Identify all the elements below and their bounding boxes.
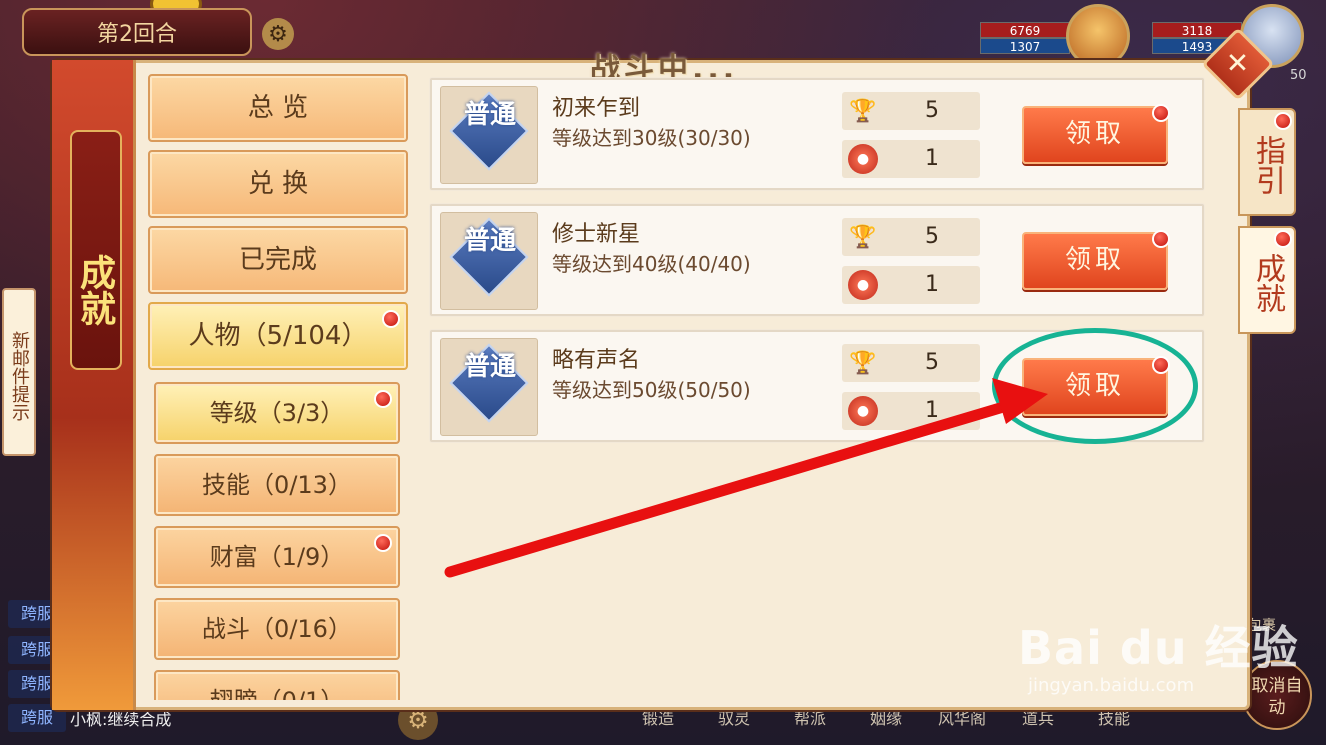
category-character[interactable]: 人物（5/104）: [148, 302, 408, 370]
reward-value: 1: [925, 398, 939, 423]
reward-trophy: 🏆 5: [842, 344, 980, 382]
enemy-portrait[interactable]: [1066, 4, 1130, 68]
claim-label: 领取: [1064, 245, 1125, 275]
reward-trophy: 🏆 5: [842, 92, 980, 130]
claim-label: 领取: [1064, 119, 1125, 149]
claim-button[interactable]: 领取: [1022, 230, 1170, 290]
subcategory-label: 等级（3/3）: [209, 399, 345, 427]
panel-title-tab: 成就: [52, 60, 136, 710]
subcategory-wealth[interactable]: 财富（1/9）: [154, 526, 400, 588]
reward-trophy: 🏆 5: [842, 218, 980, 256]
category-exchange[interactable]: 兑 换: [148, 150, 408, 218]
subcategory-label: 翅膀（0/1）: [210, 687, 345, 700]
player-level: 50: [1290, 68, 1307, 83]
reward-value: 5: [925, 98, 939, 123]
trophy-icon: 🏆: [849, 224, 877, 250]
achievement-desc: 等级达到30级(30/30): [552, 126, 751, 150]
reward-value: 5: [925, 350, 939, 375]
token-icon: ●: [848, 270, 878, 300]
category-label: 已完成: [238, 245, 317, 275]
achievement-desc: 等级达到50级(50/50): [552, 378, 751, 402]
category-label: 兑 换: [247, 169, 309, 199]
reward-token: ● 1: [842, 140, 980, 178]
tab-achievement[interactable]: 成就: [1238, 226, 1296, 334]
notification-dot: [1274, 230, 1292, 248]
watermark-url: jingyan.baidu.com: [1028, 675, 1195, 696]
reward-value: 1: [925, 272, 939, 297]
subcategory-battle[interactable]: 战斗（0/16）: [154, 598, 400, 660]
notification-dot: [374, 534, 392, 552]
achievement-row: 普通 修士新星 等级达到40级(40/40) 🏆 5 ● 1 领取: [430, 204, 1204, 316]
notification-dot: [1152, 104, 1170, 122]
watermark-logo: Bai du 经验: [1018, 621, 1299, 675]
achievement-name: 略有声名: [552, 348, 641, 373]
reward-token: ● 1: [842, 266, 980, 304]
achievement-row: 普通 初来乍到 等级达到30级(30/30) 🏆 5 ● 1 领取: [430, 78, 1204, 190]
enemy-mp-bar: 1307: [980, 38, 1070, 54]
notification-dot: [382, 310, 400, 328]
subcategory-skill[interactable]: 技能（0/13）: [154, 454, 400, 516]
category-completed[interactable]: 已完成: [148, 226, 408, 294]
claim-button[interactable]: 领取: [1022, 104, 1170, 164]
subcategory-wings[interactable]: 翅膀（0/1）: [154, 670, 400, 700]
reward-value: 5: [925, 224, 939, 249]
category-overview[interactable]: 总 览: [148, 74, 408, 142]
reward-value: 1: [925, 146, 939, 171]
achievement-name: 修士新星: [552, 222, 641, 247]
achievement-name: 初来乍到: [552, 96, 641, 121]
new-mail-tip[interactable]: 新邮件提示: [2, 288, 36, 456]
category-list: 总 览 兑 换 已完成 人物（5/104） 等级（3/3） 技能（0/13） 财…: [146, 70, 412, 700]
round-indicator: 第2回合: [22, 8, 252, 56]
trophy-icon: 🏆: [849, 350, 877, 376]
highlight-ellipse: [992, 328, 1198, 444]
badge-text: 普通: [463, 352, 516, 382]
subcategory-label: 战斗（0/16）: [202, 615, 352, 643]
close-icon: ✕: [1225, 46, 1250, 80]
enemy-hp-bar: 6769: [980, 22, 1070, 38]
category-label: 人物（5/104）: [188, 321, 368, 351]
notification-dot: [1152, 230, 1170, 248]
settings-gear-icon[interactable]: ⚙: [262, 18, 294, 50]
panel-title: 成就: [70, 130, 122, 370]
token-icon: ●: [848, 396, 878, 426]
enemy-status-1: 6769 1307: [980, 22, 1070, 54]
category-label: 总 览: [247, 93, 309, 123]
notification-dot: [1274, 112, 1292, 130]
tab-guide-label: 指引: [1250, 135, 1285, 195]
rarity-badge-icon: 普通: [440, 86, 538, 184]
reward-token: ● 1: [842, 392, 980, 430]
token-icon: ●: [848, 144, 878, 174]
tab-guide[interactable]: 指引: [1238, 108, 1296, 216]
badge-text: 普通: [463, 100, 516, 130]
subcategory-label: 财富（1/9）: [209, 543, 345, 571]
achievement-desc: 等级达到40级(40/40): [552, 252, 751, 276]
rarity-badge-icon: 普通: [440, 212, 538, 310]
subcategory-label: 技能（0/13）: [202, 471, 352, 499]
trophy-icon: 🏆: [849, 98, 877, 124]
badge-text: 普通: [463, 226, 516, 256]
rarity-badge-icon: 普通: [440, 338, 538, 436]
subcategory-level[interactable]: 等级（3/3）: [154, 382, 400, 444]
notification-dot: [374, 390, 392, 408]
tab-achievement-label: 成就: [1250, 253, 1285, 313]
